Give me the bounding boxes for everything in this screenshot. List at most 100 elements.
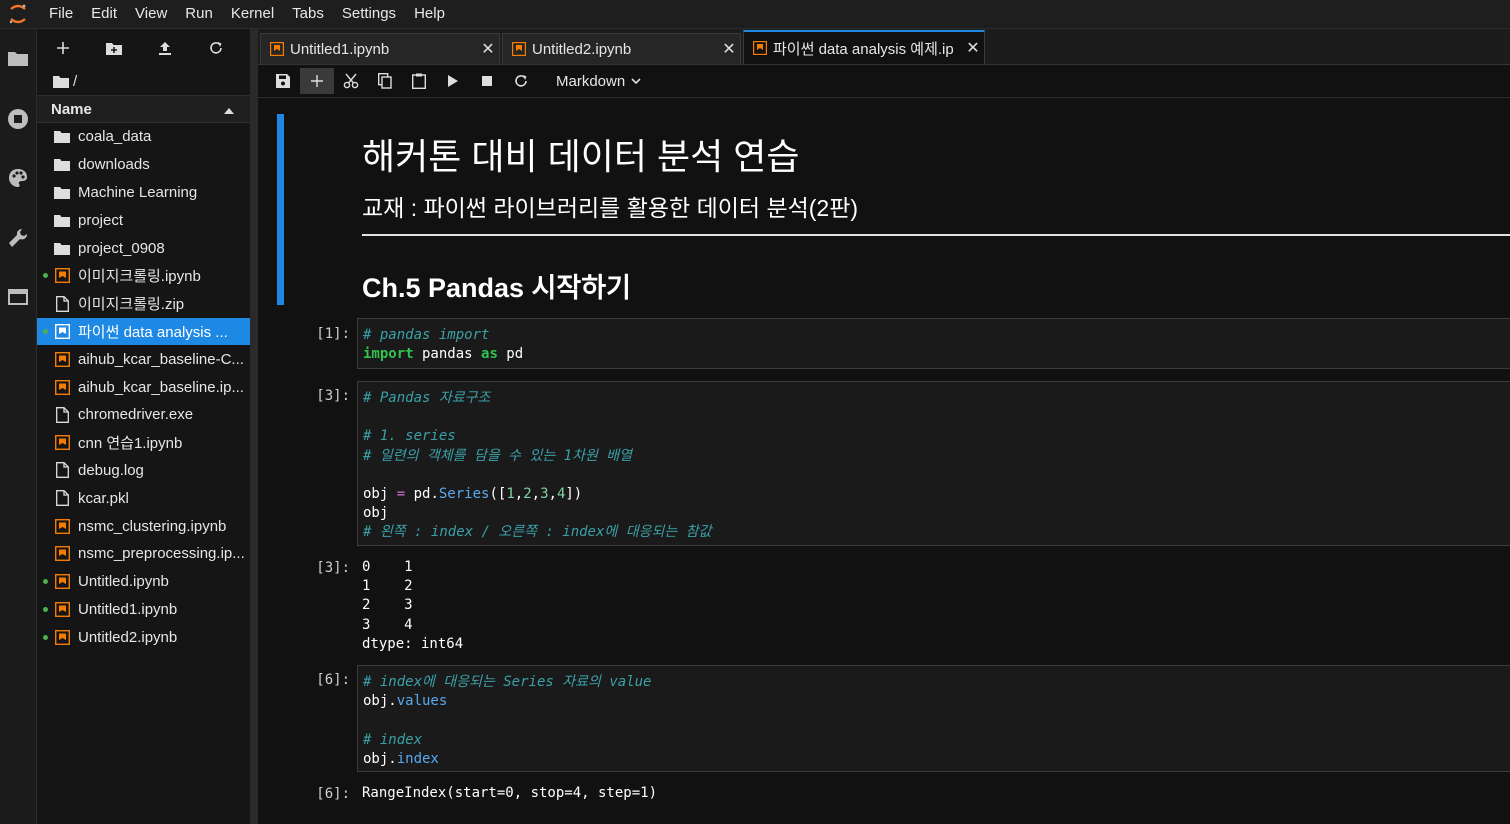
- code-text: pandas: [413, 346, 482, 363]
- code-text: ([: [489, 486, 507, 503]
- input-prompt: [1]:: [316, 326, 350, 342]
- file-list-item[interactable]: nsmc_clustering.ipynb: [37, 512, 250, 540]
- file-name: cnn 연습1.ipynb: [78, 435, 183, 453]
- tab-untitled2[interactable]: Untitled2.ipynb ✕: [502, 33, 741, 64]
- notebook-icon: [752, 40, 768, 56]
- markdown-divider: [362, 234, 1510, 236]
- tab-label: Untitled2.ipynb: [532, 40, 632, 58]
- close-icon[interactable]: ✕: [477, 39, 499, 59]
- stop-button[interactable]: [470, 68, 504, 94]
- folder-icon[interactable]: [53, 75, 69, 88]
- menu-settings[interactable]: Settings: [333, 0, 405, 28]
- file-list-item[interactable]: cnn 연습1.ipynb: [37, 429, 250, 457]
- file-list-item[interactable]: nsmc_preprocessing.ip...: [37, 540, 250, 568]
- file-name: nsmc_preprocessing.ip...: [78, 545, 245, 563]
- file-list-item[interactable]: project: [37, 206, 250, 234]
- save-button[interactable]: [266, 68, 300, 94]
- close-icon[interactable]: ✕: [718, 39, 740, 59]
- file-list-item[interactable]: aihub_kcar_baseline-C...: [37, 345, 250, 373]
- code-cell-editor[interactable]: # Pandas 자료구조 # 1. series # 일련의 객체를 담을 수…: [357, 381, 1510, 546]
- close-icon[interactable]: ✕: [962, 38, 984, 58]
- active-cell-indicator: [277, 114, 284, 305]
- cut-button[interactable]: [334, 68, 368, 94]
- upload-button[interactable]: [139, 29, 190, 67]
- file-list-item[interactable]: downloads: [37, 151, 250, 179]
- markdown-heading-1: 해커톤 대비 데이터 분석 연습: [362, 136, 800, 177]
- code-comment: # Pandas 자료구조: [363, 390, 491, 406]
- menu-tabs[interactable]: Tabs: [283, 0, 333, 28]
- file-list-item[interactable]: Untitled.ipynb: [37, 568, 250, 596]
- file-icon: [54, 406, 70, 423]
- breadcrumb-root[interactable]: /: [73, 73, 77, 90]
- sort-caret-up-icon: [224, 101, 234, 118]
- file-list-item[interactable]: Machine Learning: [37, 179, 250, 207]
- code-comment: # 1. series: [363, 428, 456, 445]
- tab-label: Untitled1.ipynb: [290, 40, 390, 58]
- file-name: downloads: [78, 156, 150, 174]
- cell-type-dropdown[interactable]: Markdown: [556, 73, 641, 90]
- file-name: chromedriver.exe: [78, 406, 194, 424]
- code-text: pd.: [405, 486, 439, 503]
- running-indicator-icon: [43, 579, 48, 585]
- file-list-item[interactable]: debug.log: [37, 457, 250, 485]
- tabs-icon[interactable]: [6, 285, 30, 309]
- code-text: obj: [363, 505, 389, 522]
- cell-output: 0 1 1 2 2 3 3 4 dtype: int64: [362, 559, 464, 652]
- notebook-icon: [54, 379, 70, 395]
- code-text: obj: [363, 486, 397, 503]
- menu-run[interactable]: Run: [176, 0, 222, 28]
- wrench-icon[interactable]: [6, 226, 30, 250]
- notebook-panel: 해커톤 대비 데이터 분석 연습 교재 : 파이썬 라이브러리를 활용한 데이터…: [258, 97, 1510, 824]
- new-launcher-button[interactable]: [37, 29, 88, 67]
- code-number: 1: [506, 486, 515, 503]
- file-list-item[interactable]: coala_data: [37, 123, 250, 151]
- tab-untitled1[interactable]: Untitled1.ipynb ✕: [260, 33, 500, 64]
- file-name: Untitled2.ipynb: [78, 628, 178, 646]
- code-text: pd: [497, 346, 524, 363]
- file-list-item[interactable]: 이미지크롤링.ipynb: [37, 262, 250, 290]
- palette-icon[interactable]: [6, 166, 30, 190]
- panel-splitter[interactable]: [250, 29, 258, 824]
- document-tab-bar: Untitled1.ipynb ✕ Untitled2.ipynb ✕ 파이썬 …: [258, 29, 1510, 65]
- menu-edit[interactable]: Edit: [82, 0, 126, 28]
- code-cell-editor[interactable]: # pandas import import pandas as pd: [357, 318, 1510, 369]
- restart-kernel-button[interactable]: [504, 68, 538, 94]
- code-cell-editor[interactable]: # index에 대응되는 Series 자료의 value obj.value…: [357, 665, 1510, 772]
- folder-icon[interactable]: [6, 46, 30, 70]
- file-icon: [54, 462, 70, 479]
- running-indicator-icon: [43, 328, 48, 334]
- file-list-item[interactable]: 파이썬 data analysis ...: [37, 317, 250, 346]
- file-list-item[interactable]: Untitled1.ipynb: [37, 596, 250, 624]
- file-list-item[interactable]: project_0908: [37, 234, 250, 262]
- tab-python-data-analysis[interactable]: 파이썬 data analysis 예제.ip ✕: [743, 30, 985, 64]
- file-list-item[interactable]: 이미지크롤링.zip: [37, 290, 250, 318]
- file-list-item[interactable]: aihub_kcar_baseline.ip...: [37, 373, 250, 401]
- running-icon[interactable]: [6, 107, 30, 131]
- file-browser-toolbar: [37, 29, 250, 67]
- jupyter-logo-icon[interactable]: [0, 0, 36, 28]
- file-icon: [54, 295, 70, 312]
- menu-view[interactable]: View: [126, 0, 176, 28]
- code-text: obj.: [363, 750, 397, 767]
- folder-icon: [54, 240, 70, 256]
- refresh-button[interactable]: [190, 29, 241, 67]
- chevron-down-icon: [631, 78, 641, 84]
- folder-icon: [54, 129, 70, 145]
- menu-help[interactable]: Help: [405, 0, 454, 28]
- file-name: Machine Learning: [78, 183, 198, 201]
- menu-file[interactable]: File: [36, 0, 82, 28]
- menu-kernel[interactable]: Kernel: [222, 0, 283, 28]
- output-prompt: [6]:: [316, 786, 350, 802]
- file-list-item[interactable]: kcar.pkl: [37, 484, 250, 512]
- input-prompt: [6]:: [316, 672, 350, 688]
- file-list-item[interactable]: chromedriver.exe: [37, 401, 250, 429]
- run-button[interactable]: [436, 68, 470, 94]
- file-list-item[interactable]: Untitled2.ipynb: [37, 623, 250, 651]
- file-name: project_0908: [78, 239, 165, 257]
- copy-button[interactable]: [368, 68, 402, 94]
- code-comment: # 일련의 객체를 담을 수 있는 1차원 배열: [363, 447, 633, 464]
- insert-cell-button[interactable]: [300, 68, 334, 94]
- name-column-header[interactable]: Name: [37, 95, 250, 123]
- new-folder-button[interactable]: [88, 29, 139, 67]
- paste-button[interactable]: [402, 68, 436, 94]
